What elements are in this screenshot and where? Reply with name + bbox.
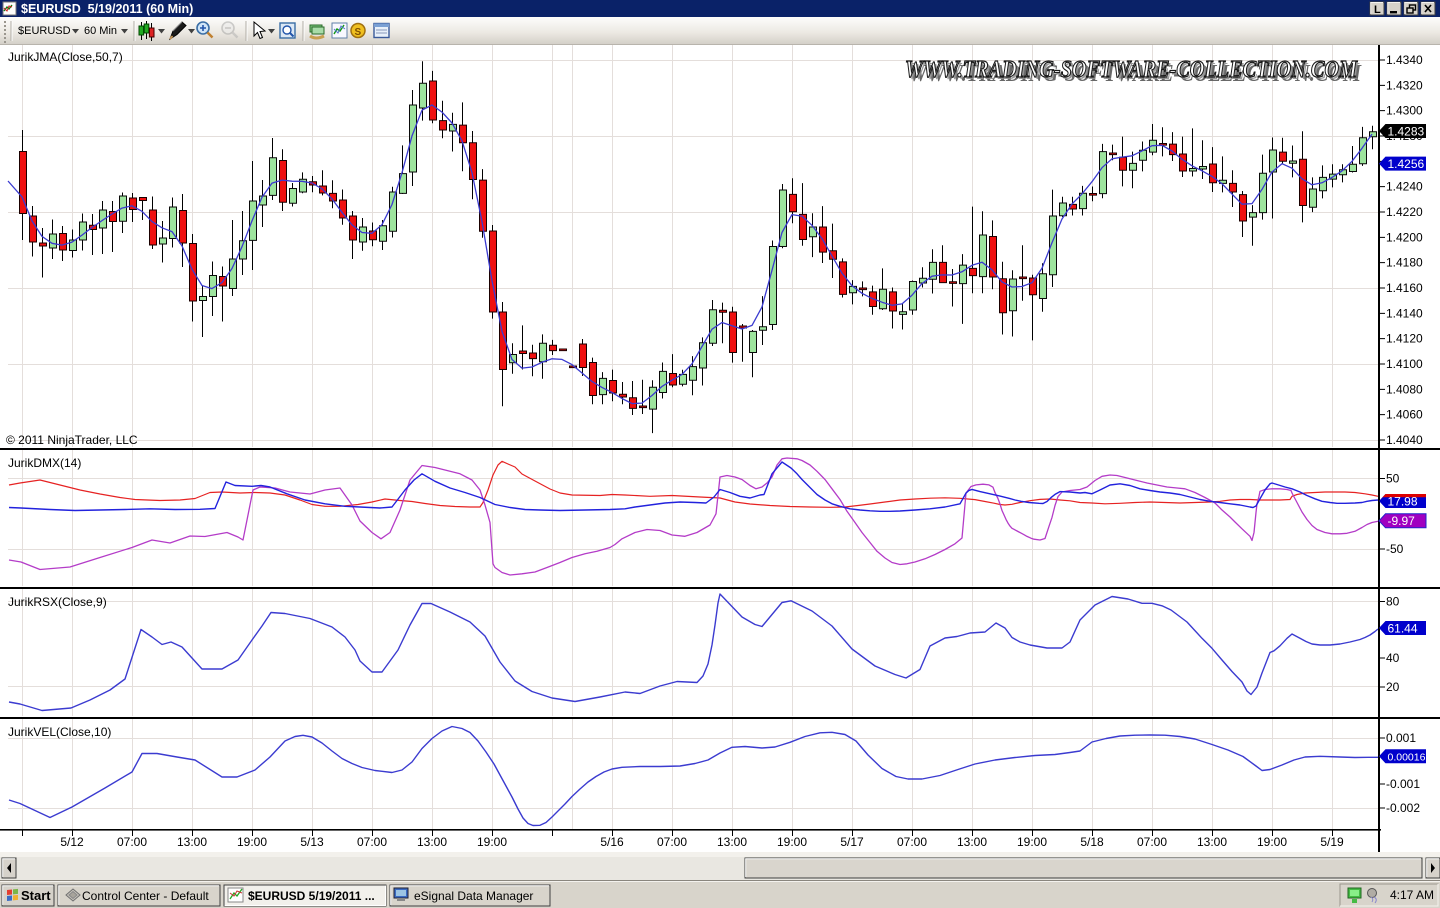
svg-text:S: S bbox=[355, 27, 362, 38]
svg-text:19:00: 19:00 bbox=[1257, 835, 1287, 849]
svg-text:13:00: 13:00 bbox=[1197, 835, 1227, 849]
svg-text:JurikVEL(Close,10): JurikVEL(Close,10) bbox=[8, 725, 111, 739]
svg-text:WWW.TRADING-SOFTWARE-COLLECTIO: WWW.TRADING-SOFTWARE-COLLECTION.COM bbox=[905, 57, 1358, 83]
svg-text:19:00: 19:00 bbox=[1017, 835, 1047, 849]
svg-text:19:00: 19:00 bbox=[237, 835, 267, 849]
svg-text:1.4240: 1.4240 bbox=[1386, 180, 1423, 194]
svg-text:JurikDMX(14): JurikDMX(14) bbox=[8, 456, 81, 470]
svg-text:$EURUSD: $EURUSD bbox=[18, 25, 71, 37]
svg-text:19:00: 19:00 bbox=[777, 835, 807, 849]
svg-text:© 2011 NinjaTrader, LLC: © 2011 NinjaTrader, LLC bbox=[6, 433, 138, 447]
svg-text:5/18: 5/18 bbox=[1080, 835, 1104, 849]
svg-text:1.4320: 1.4320 bbox=[1386, 78, 1423, 92]
svg-text:17.98: 17.98 bbox=[1388, 494, 1418, 508]
svg-text:1.4100: 1.4100 bbox=[1386, 357, 1423, 371]
svg-text:13:00: 13:00 bbox=[957, 835, 987, 849]
svg-text:13:00: 13:00 bbox=[717, 835, 747, 849]
svg-text:07:00: 07:00 bbox=[357, 835, 387, 849]
svg-text:1.4180: 1.4180 bbox=[1386, 256, 1423, 270]
svg-text:5/19: 5/19 bbox=[1320, 835, 1344, 849]
svg-text:$EURUSD 5/19/2011 (60 Min): $EURUSD 5/19/2011 (60 Min) bbox=[21, 2, 193, 16]
svg-text:Control Center - Default: Control Center - Default bbox=[82, 889, 209, 903]
svg-text:61.44: 61.44 bbox=[1388, 621, 1418, 635]
svg-text:-9.97: -9.97 bbox=[1388, 514, 1416, 528]
svg-text:1.4160: 1.4160 bbox=[1386, 281, 1423, 295]
svg-text:1.4340: 1.4340 bbox=[1386, 53, 1423, 67]
svg-text:1.4140: 1.4140 bbox=[1386, 306, 1423, 320]
svg-text:1.4220: 1.4220 bbox=[1386, 205, 1423, 219]
svg-text:20: 20 bbox=[1386, 680, 1400, 694]
svg-text:07:00: 07:00 bbox=[1137, 835, 1167, 849]
svg-text:5/17: 5/17 bbox=[840, 835, 864, 849]
svg-text:19:00: 19:00 bbox=[477, 835, 507, 849]
svg-text:40: 40 bbox=[1386, 651, 1400, 665]
svg-text:-50: -50 bbox=[1386, 542, 1404, 556]
svg-text:JurikRSX(Close,9): JurikRSX(Close,9) bbox=[8, 595, 107, 609]
svg-text:$EURUSD 5/19/2011 ...: $EURUSD 5/19/2011 ... bbox=[248, 889, 375, 903]
svg-text:5/16: 5/16 bbox=[600, 835, 624, 849]
svg-text:07:00: 07:00 bbox=[657, 835, 687, 849]
svg-text:L: L bbox=[1374, 4, 1381, 16]
svg-text:1.4283: 1.4283 bbox=[1388, 124, 1425, 138]
svg-text:13:00: 13:00 bbox=[417, 835, 447, 849]
svg-text:5/12: 5/12 bbox=[60, 835, 84, 849]
svg-text:1.4256: 1.4256 bbox=[1388, 157, 1425, 171]
svg-text:-0.001: -0.001 bbox=[1386, 777, 1420, 791]
svg-text:1.4120: 1.4120 bbox=[1386, 332, 1423, 346]
svg-text:50: 50 bbox=[1386, 472, 1400, 486]
svg-text:1.4080: 1.4080 bbox=[1386, 382, 1423, 396]
svg-text:13:00: 13:00 bbox=[177, 835, 207, 849]
svg-text:eSignal Data Manager: eSignal Data Manager bbox=[414, 889, 533, 903]
svg-text:-0.002: -0.002 bbox=[1386, 801, 1420, 815]
svg-text:60 Min: 60 Min bbox=[84, 25, 117, 37]
svg-text:07:00: 07:00 bbox=[117, 835, 147, 849]
svg-text:JurikJMA(Close,50,7): JurikJMA(Close,50,7) bbox=[8, 50, 123, 64]
svg-text:0.001: 0.001 bbox=[1386, 731, 1416, 745]
svg-text:1.4200: 1.4200 bbox=[1386, 230, 1423, 244]
svg-text:4:17 AM: 4:17 AM bbox=[1390, 888, 1434, 902]
svg-text:5/13: 5/13 bbox=[300, 835, 324, 849]
svg-text:80: 80 bbox=[1386, 595, 1400, 609]
svg-text:Start: Start bbox=[21, 888, 51, 903]
svg-text:0.00016: 0.00016 bbox=[1388, 752, 1426, 764]
svg-text:1.4060: 1.4060 bbox=[1386, 408, 1423, 422]
svg-text:1.4040: 1.4040 bbox=[1386, 433, 1423, 447]
svg-text:07:00: 07:00 bbox=[897, 835, 927, 849]
svg-text:1.4300: 1.4300 bbox=[1386, 104, 1423, 118]
